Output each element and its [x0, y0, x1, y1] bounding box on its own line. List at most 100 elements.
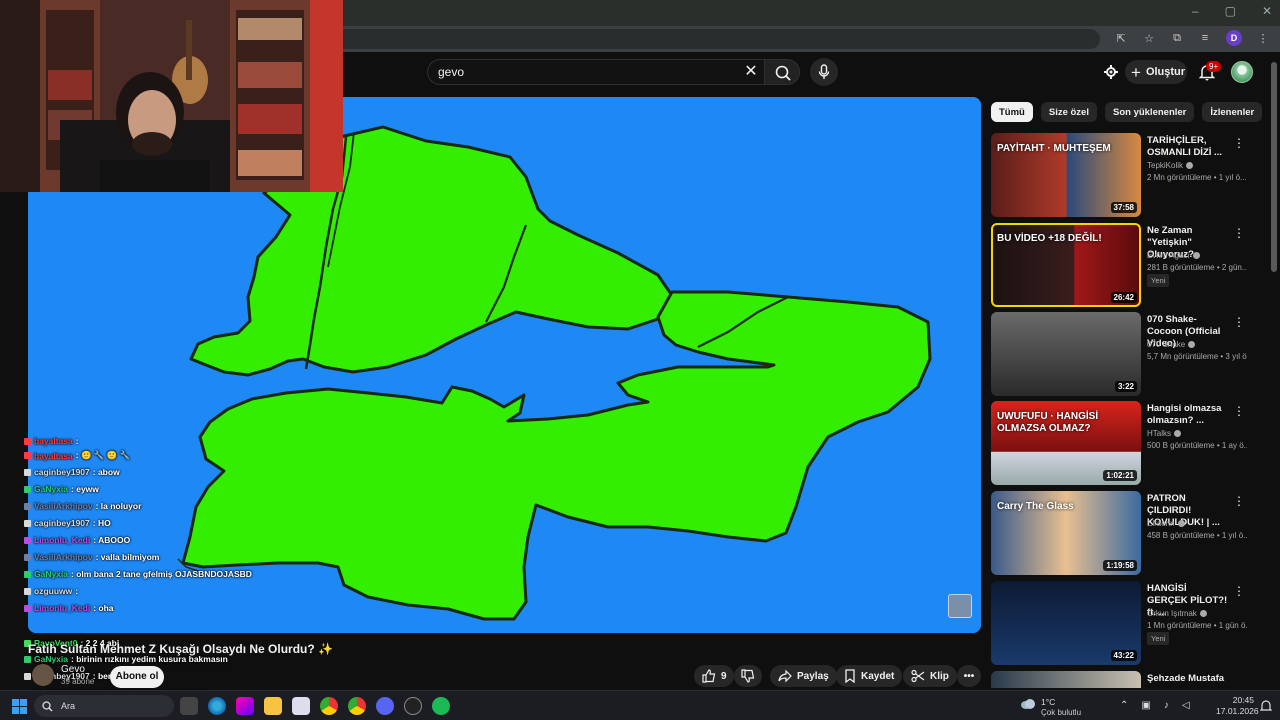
extensions-icon[interactable]: ⧉	[1170, 31, 1184, 45]
chip-recent[interactable]: Son yüklenenler	[1104, 102, 1195, 122]
file-explorer-icon[interactable]	[264, 697, 282, 715]
media-icon[interactable]: ≡	[1198, 31, 1212, 45]
chip-for-you[interactable]: Size özel	[1040, 102, 1097, 122]
search-input[interactable]	[438, 65, 718, 79]
more-options-icon[interactable]: ⋮	[1233, 585, 1245, 597]
chat-message: caginbey1907: HO	[24, 518, 111, 528]
related-video-item[interactable]: 43:22 HANGİSİ GERÇEK PİLOT?! ft. ... Orkun…	[991, 581, 1261, 665]
cloud-icon	[1021, 699, 1035, 709]
related-video-meta: 281 B görüntüleme • 2 gün...	[1147, 263, 1247, 272]
channel-name[interactable]: Gevo	[61, 664, 85, 675]
channel-name-text: Evrim Ağacı	[1147, 251, 1190, 260]
thumbnail-text: BU VİDEO +18 DEĞİL!	[997, 233, 1102, 244]
chip-watched[interactable]: İzlenenler	[1202, 102, 1263, 122]
thumbnail-text: PAYİTAHT · MUHTEŞEM	[997, 143, 1111, 154]
more-options-icon[interactable]: ⋮	[1233, 137, 1245, 149]
chrome-profile-icon[interactable]	[348, 697, 366, 715]
chat-message: bayaltasa: 🙂 🔧 🙂 🔧	[24, 450, 130, 461]
bookmark-star-icon[interactable]: ☆	[1142, 31, 1156, 45]
video-thumbnail[interactable]: UWUFUFU · HANGİSİ OLMAZSA OLMAZ? 1:02:21	[991, 401, 1141, 485]
dislike-button[interactable]	[734, 665, 762, 687]
video-thumbnail[interactable]: 43:22	[991, 581, 1141, 665]
account-avatar[interactable]	[1231, 61, 1253, 83]
related-video-title[interactable]: Şehzade Mustafa	[1147, 673, 1229, 685]
video-thumbnail[interactable]: PAYİTAHT · MUHTEŞEM 37:58	[991, 133, 1141, 217]
bookmark-icon	[845, 669, 855, 683]
video-thumbnail[interactable]	[991, 671, 1141, 688]
video-thumbnail[interactable]: BU VİDEO +18 DEĞİL! 26:42	[991, 223, 1141, 307]
network-icon[interactable]: ▣	[1141, 700, 1150, 711]
voice-search-button[interactable]	[810, 58, 838, 86]
related-video-item[interactable]: BU VİDEO +18 DEĞİL! 26:42 Ne Zaman "Yetişk…	[991, 223, 1261, 307]
related-video-channel[interactable]: 070 Shake	[1147, 340, 1196, 349]
new-badge: Yeni	[1147, 274, 1170, 287]
related-video-channel[interactable]: Orkun Işıtmak	[1147, 609, 1207, 618]
more-options-icon[interactable]: ⋮	[1233, 405, 1245, 417]
spotify-icon[interactable]	[432, 697, 450, 715]
weather-condition: Çok bulutlu	[1041, 708, 1082, 717]
install-icon[interactable]: ⇱	[1114, 31, 1128, 45]
close-icon[interactable]: ✕	[1262, 4, 1272, 18]
related-video-channel[interactable]: TepkiKolik	[1147, 161, 1194, 170]
create-button[interactable]: + Oluştur	[1125, 60, 1187, 84]
more-actions-button[interactable]: •••	[957, 665, 981, 687]
clock-time: 20:45	[1232, 695, 1254, 705]
chat-badge-icon	[24, 519, 31, 527]
verified-icon	[1174, 430, 1182, 438]
video-thumbnail[interactable]: Carry The Glass 1:19:58	[991, 491, 1141, 575]
chip-all[interactable]: Tümü	[991, 102, 1033, 122]
page-scrollbar[interactable]	[1271, 58, 1277, 688]
edge-icon[interactable]	[208, 697, 226, 715]
related-video-item[interactable]: Şehzade Mustafa	[991, 671, 1261, 688]
channel-watermark[interactable]	[948, 594, 972, 618]
subscribe-button[interactable]: Abone ol	[110, 666, 164, 688]
taskbar-clock[interactable]: 20:45 17.01.2026	[1216, 695, 1259, 717]
related-video-title[interactable]: TARİHÇİLER, OSMANLI DİZİ ...	[1147, 135, 1229, 159]
clip-button[interactable]: Klip	[903, 665, 957, 687]
discord-icon[interactable]	[376, 697, 394, 715]
profile-avatar[interactable]: D	[1226, 30, 1242, 46]
copilot-icon[interactable]	[236, 697, 254, 715]
url-bar[interactable]	[300, 29, 1100, 49]
related-video-item[interactable]: Carry The Glass 1:19:58 PATRON ÇILDIRDI! K…	[991, 491, 1261, 575]
taskbar-search[interactable]: Ara	[34, 695, 174, 717]
save-label: Kaydet	[861, 670, 895, 682]
windows-start-icon[interactable]	[12, 699, 27, 714]
channel-avatar[interactable]	[32, 664, 54, 686]
plus-icon: +	[1131, 62, 1141, 82]
related-video-title[interactable]: Hangisi olmazsa olmazsın? ...	[1147, 403, 1229, 427]
related-video-channel[interactable]: Evrim Ağacı	[1147, 251, 1200, 260]
minimize-icon[interactable]: –	[1192, 4, 1199, 18]
store-icon[interactable]	[292, 697, 310, 715]
more-options-icon[interactable]: ⋮	[1233, 227, 1245, 239]
volume-icon[interactable]: ◁	[1182, 700, 1190, 711]
studio-icon[interactable]	[1103, 64, 1119, 80]
task-view-icon[interactable]	[180, 697, 198, 715]
chat-username: Limonlu_Kedi	[34, 535, 91, 545]
chat-text: : oha	[93, 603, 114, 613]
maximize-icon[interactable]: ▢	[1225, 4, 1236, 18]
save-button[interactable]: Kaydet	[836, 665, 903, 687]
related-video-channel[interactable]: Elraenn	[1147, 519, 1185, 528]
related-video-channel[interactable]: HTalks	[1147, 429, 1182, 438]
notification-center-icon[interactable]	[1260, 699, 1272, 713]
video-thumbnail[interactable]: 3:22	[991, 312, 1141, 396]
scrollbar-thumb[interactable]	[1271, 62, 1277, 272]
microphone-tray-icon[interactable]: ♪	[1164, 700, 1169, 711]
related-video-item[interactable]: PAYİTAHT · MUHTEŞEM 37:58 TARİHÇİLER, OSMA…	[991, 133, 1261, 217]
search-button[interactable]	[764, 59, 800, 85]
chat-username: GaNyxia	[34, 569, 69, 579]
chat-text: : eyww	[71, 484, 99, 494]
tray-overflow-icon[interactable]: ⌃	[1120, 700, 1128, 711]
more-options-icon[interactable]: ⋮	[1233, 495, 1245, 507]
clear-search-icon[interactable]: ✕	[743, 64, 759, 80]
more-options-icon[interactable]: ⋮	[1233, 316, 1245, 328]
like-button[interactable]: 9	[694, 665, 734, 687]
menu-dots-icon[interactable]: ⋮	[1256, 31, 1270, 45]
share-button[interactable]: Paylaş	[770, 665, 837, 687]
weather-widget[interactable]: 1°C Çok bulutlu	[1020, 695, 1110, 717]
obs-icon[interactable]	[404, 697, 422, 715]
chrome-icon[interactable]	[320, 697, 338, 715]
related-video-item[interactable]: UWUFUFU · HANGİSİ OLMAZSA OLMAZ? 1:02:21 H…	[991, 401, 1261, 485]
related-video-item[interactable]: 3:22 070 Shake- Cocoon (Official Video) 07…	[991, 312, 1261, 396]
